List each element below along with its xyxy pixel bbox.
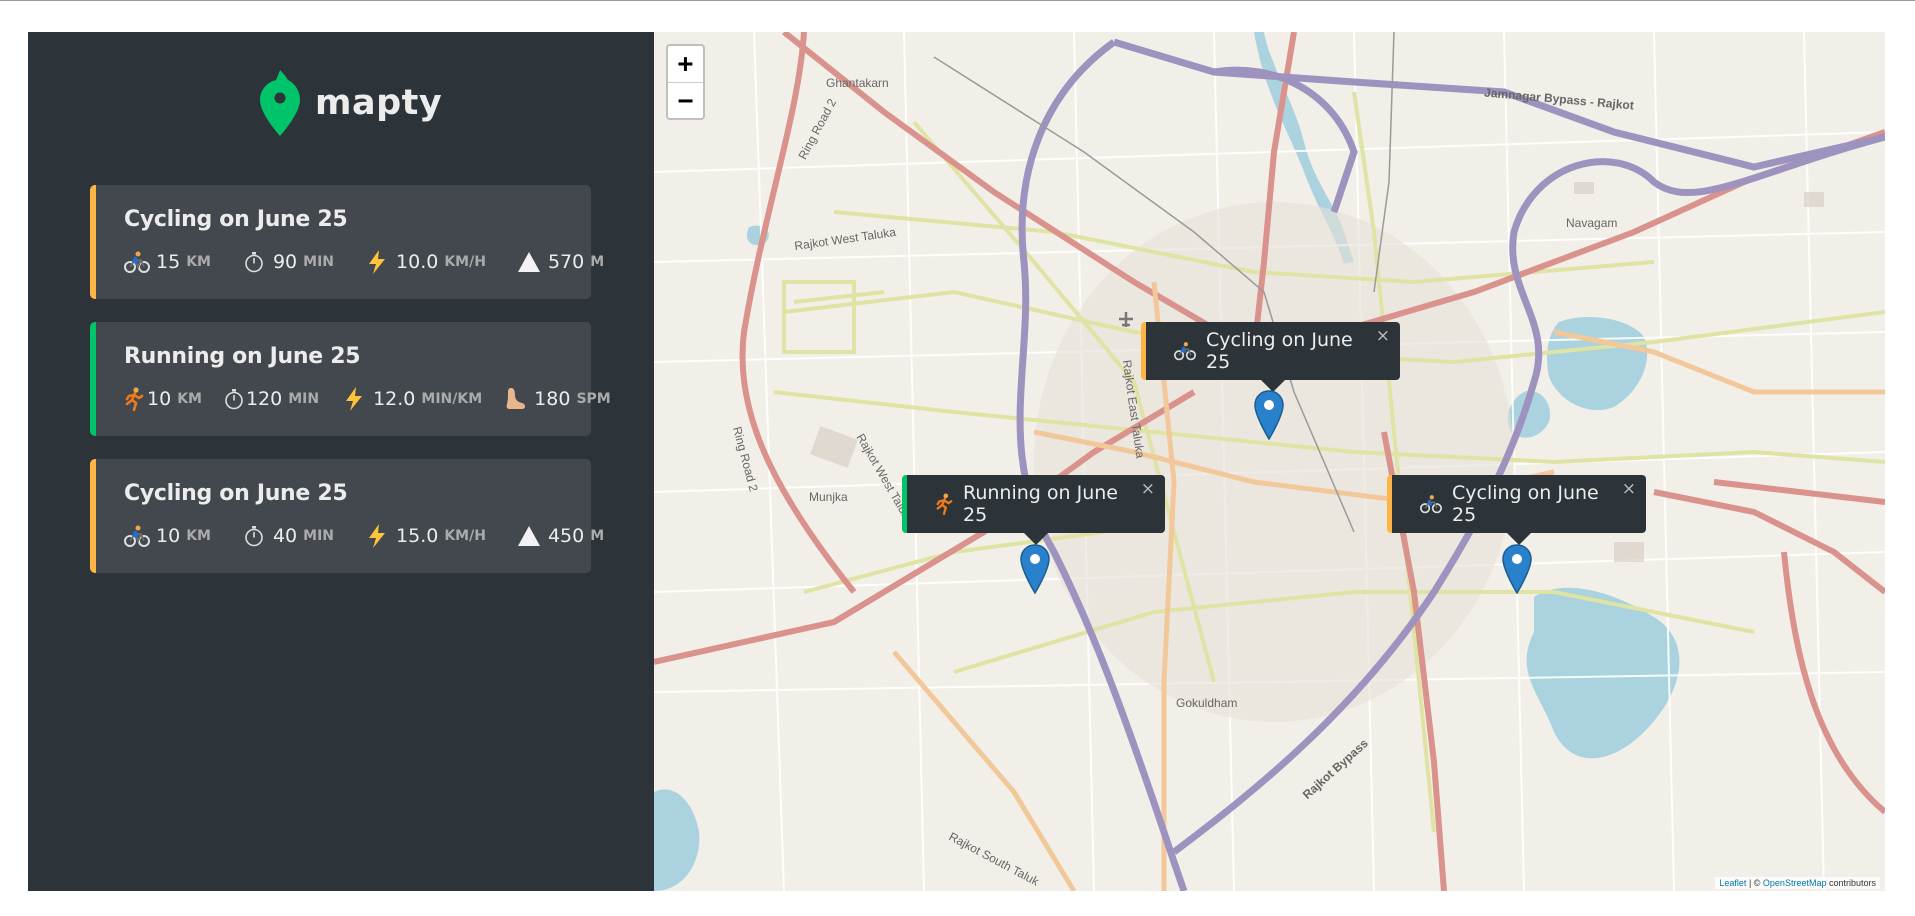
cyclist-icon (124, 524, 150, 548)
workout-details: 10 km 40 min 15.0 (124, 524, 604, 548)
distance-unit: km (186, 254, 211, 270)
workout-duration: 120 min (224, 387, 319, 411)
map-popup[interactable]: Cycling on June 25 × (1141, 322, 1400, 392)
cadence-value: 180 (534, 388, 571, 410)
duration-value: 90 (272, 251, 298, 273)
map[interactable]: Ghantakarn Jamnagar Bypass - Rajkot Rajk… (654, 32, 1885, 891)
elevation-value: 450 (547, 525, 585, 547)
app-container: mapty Cycling on June 25 15 km (28, 32, 1885, 891)
distance-value: 15 (156, 251, 181, 273)
lightning-icon (364, 524, 390, 548)
workout-title: Cycling on June 25 (124, 481, 348, 506)
cyclist-icon (124, 250, 150, 274)
map-popup[interactable]: Cycling on June 25 × (1387, 475, 1646, 545)
elevation-unit: m (590, 254, 605, 270)
map-label: Ghantakarn (826, 76, 889, 90)
workout-card[interactable]: Running on June 25 10 km 120 (90, 322, 611, 436)
runner-icon (124, 387, 144, 411)
workout-speed: 10.0 km/h (364, 250, 486, 274)
cyclist-icon (1174, 341, 1196, 361)
map-marker-icon[interactable] (1502, 544, 1532, 594)
cadence-unit: spm (576, 391, 611, 407)
stopwatch-icon (241, 524, 267, 548)
sidebar: mapty Cycling on June 25 15 km (28, 32, 654, 891)
stopwatch-icon (224, 387, 244, 411)
cyclist-icon (1420, 494, 1442, 514)
distance-unit: km (177, 391, 202, 407)
logo: mapty (260, 70, 442, 136)
speed-value: 10.0 (396, 251, 439, 273)
elevation-value: 570 (547, 251, 585, 273)
workout-elevation: 450 m (516, 524, 604, 548)
duration-unit: min (303, 528, 335, 544)
workout-details: 10 km 120 min 12.0 (124, 387, 611, 411)
foot-icon (502, 387, 528, 411)
map-marker-icon[interactable] (1254, 390, 1284, 440)
elevation-unit: m (590, 528, 605, 544)
top-divider (0, 0, 1915, 1)
attribution-sep: | © (1746, 878, 1763, 888)
workout-card[interactable]: Cycling on June 25 10 km 40 (90, 459, 604, 573)
workout-duration: 40 min (241, 524, 334, 548)
osm-link[interactable]: OpenStreetMap (1763, 878, 1827, 888)
workout-cadence: 180 spm (502, 387, 611, 411)
speed-unit: km/h (444, 528, 486, 544)
map-label: Munjka (809, 490, 848, 504)
distance-value: 10 (156, 525, 181, 547)
attribution-suffix: contributors (1826, 878, 1876, 888)
workout-speed: 15.0 km/h (364, 524, 486, 548)
pace-value: 12.0 (373, 388, 416, 410)
zoom-in-button[interactable]: + (668, 46, 703, 82)
mountain-icon (516, 250, 542, 274)
popup-close-button[interactable]: × (1376, 326, 1390, 346)
speed-value: 15.0 (396, 525, 439, 547)
pace-unit: min/km (421, 391, 483, 407)
map-label: Navagam (1566, 216, 1618, 230)
stopwatch-icon (241, 250, 267, 274)
popup-label: Running on June 25 (963, 482, 1118, 526)
app-name: mapty (315, 83, 443, 123)
map-marker-icon[interactable] (1020, 544, 1050, 594)
workout-distance: 15 km (124, 250, 211, 274)
popup-label: Cycling on June 25 (1206, 329, 1353, 373)
workout-distance: 10 km (124, 524, 211, 548)
workout-duration: 90 min (241, 250, 334, 274)
lightning-icon (341, 387, 367, 411)
workout-title: Running on June 25 (124, 344, 361, 369)
speed-unit: km/h (444, 254, 486, 270)
popup-close-button[interactable]: × (1141, 479, 1155, 499)
map-tiles[interactable] (654, 32, 1885, 891)
workout-title: Cycling on June 25 (124, 207, 348, 232)
leaflet-link[interactable]: Leaflet (1719, 878, 1746, 888)
duration-unit: min (303, 254, 335, 270)
workout-pace: 12.0 min/km (341, 387, 482, 411)
lightning-icon (364, 250, 390, 274)
zoom-out-button[interactable]: − (668, 82, 703, 118)
runner-icon (935, 493, 953, 515)
workout-distance: 10 km (124, 387, 202, 411)
duration-value: 40 (272, 525, 298, 547)
map-attribution: Leaflet | © OpenStreetMap contributors (1715, 877, 1880, 889)
zoom-control: + − (666, 44, 705, 120)
workout-elevation: 570 m (516, 250, 604, 274)
distance-unit: km (186, 528, 211, 544)
workout-list: Cycling on June 25 15 km 90 (90, 185, 611, 596)
distance-value: 10 (147, 388, 172, 410)
map-popup[interactable]: Running on June 25 × (902, 475, 1165, 545)
workout-card[interactable]: Cycling on June 25 15 km 90 (90, 185, 604, 299)
duration-unit: min (288, 391, 320, 407)
popup-label: Cycling on June 25 (1452, 482, 1599, 526)
popup-close-button[interactable]: × (1622, 479, 1636, 499)
mountain-icon (516, 524, 542, 548)
map-label: Gokuldham (1176, 696, 1238, 710)
workout-details: 15 km 90 min 10.0 (124, 250, 604, 274)
map-pin-logo-icon (260, 70, 300, 136)
duration-value: 120 (245, 388, 283, 410)
